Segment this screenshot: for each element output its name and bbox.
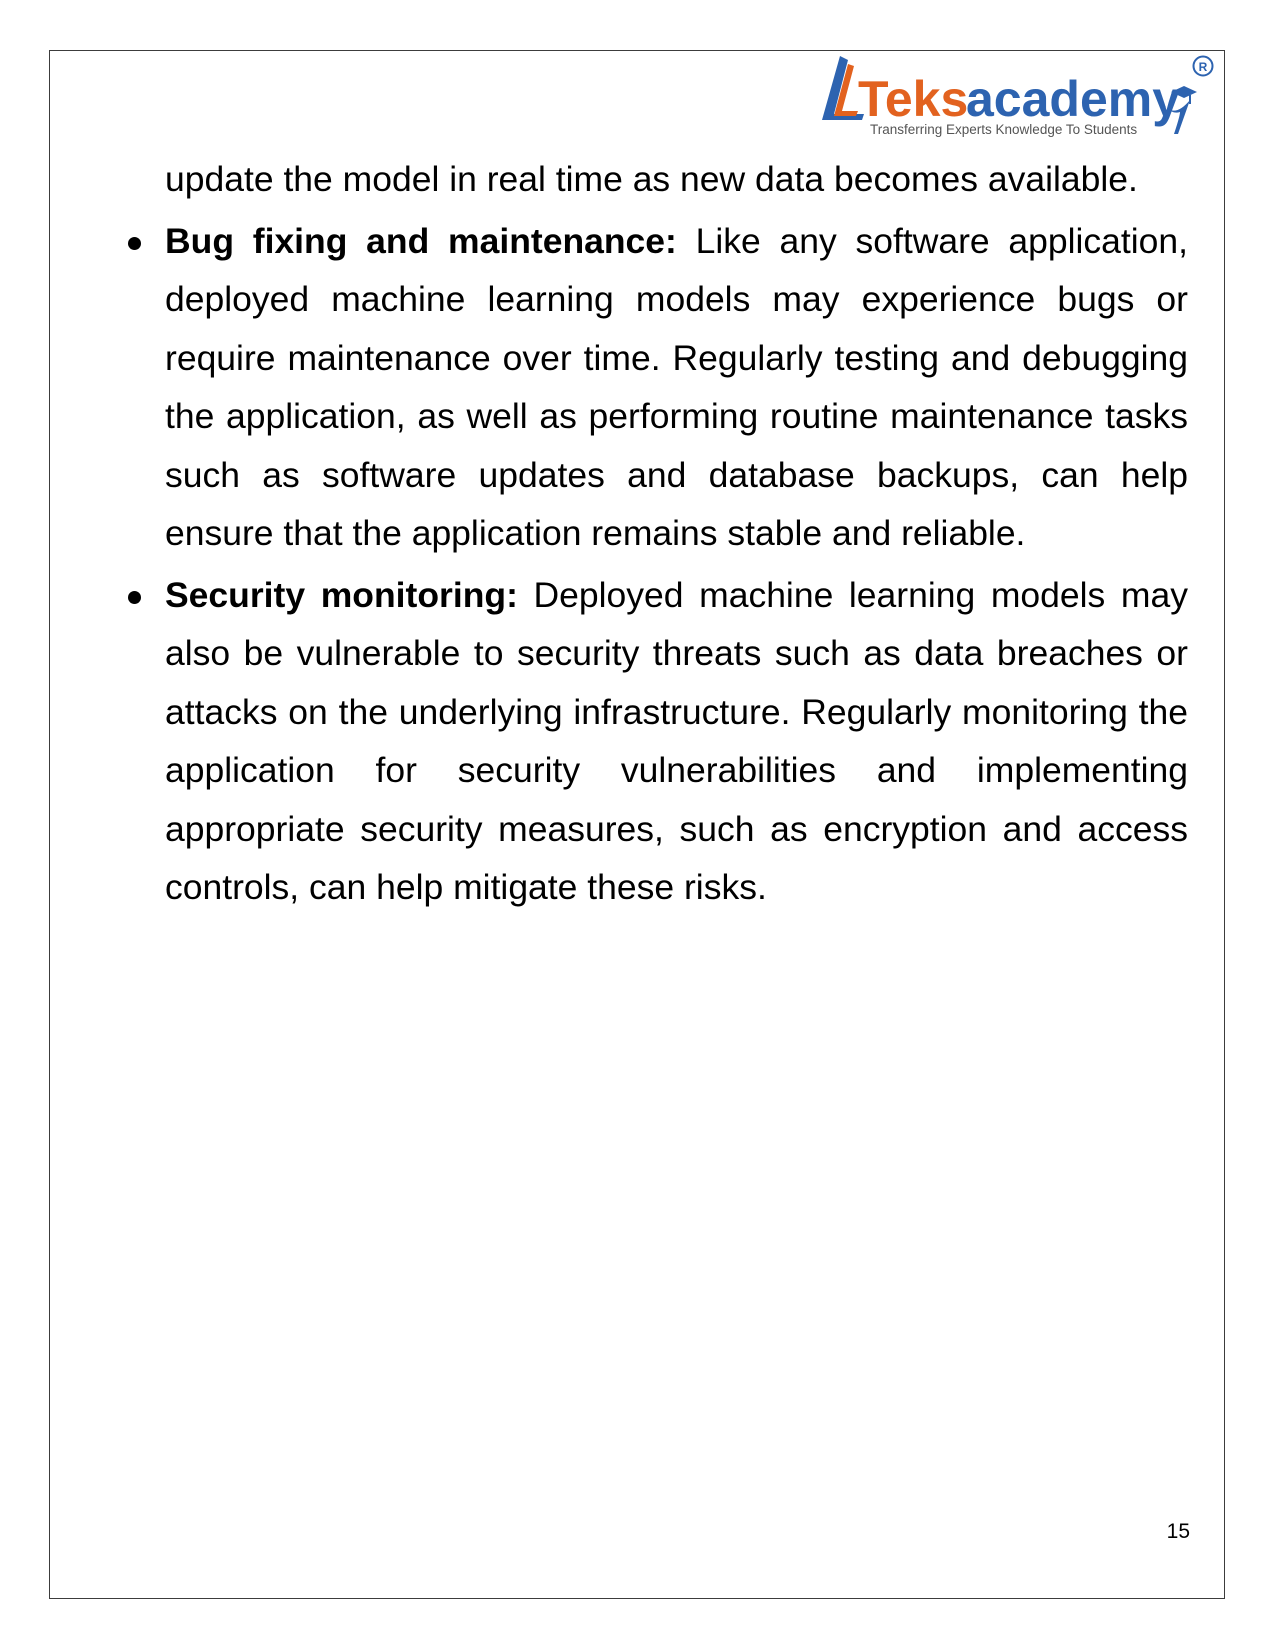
continuation-paragraph: update the model in real time as new dat…: [165, 159, 1138, 199]
logo-tagline: Transferring Experts Knowledge To Studen…: [870, 122, 1137, 137]
document-body: update the model in real time as new dat…: [124, 150, 1188, 920]
logo-brand-first: Teks: [858, 71, 968, 127]
bullet-body: Like any software application, deployed …: [165, 220, 1188, 554]
bullet-icon: [128, 590, 141, 604]
page-number: 15: [1166, 1520, 1190, 1543]
bullet-list: Bug fixing and maintenance: Like any sof…: [124, 212, 1188, 917]
svg-text:R: R: [1199, 60, 1208, 74]
teks-academy-logo: Teks academy R Transferring Experts Know…: [818, 54, 1223, 144]
bullet-title: Security monitoring:: [165, 574, 518, 615]
bullet-title: Bug fixing and maintenance:: [165, 220, 677, 261]
list-item-security-monitoring: Security monitoring: Deployed machine le…: [124, 566, 1188, 917]
logo-brand-second: academy: [966, 71, 1180, 127]
list-item-bug-fixing: Bug fixing and maintenance: Like any sof…: [124, 212, 1188, 563]
bullet-icon: [128, 236, 141, 250]
bullet-body: Deployed machine learning models may als…: [165, 574, 1188, 908]
